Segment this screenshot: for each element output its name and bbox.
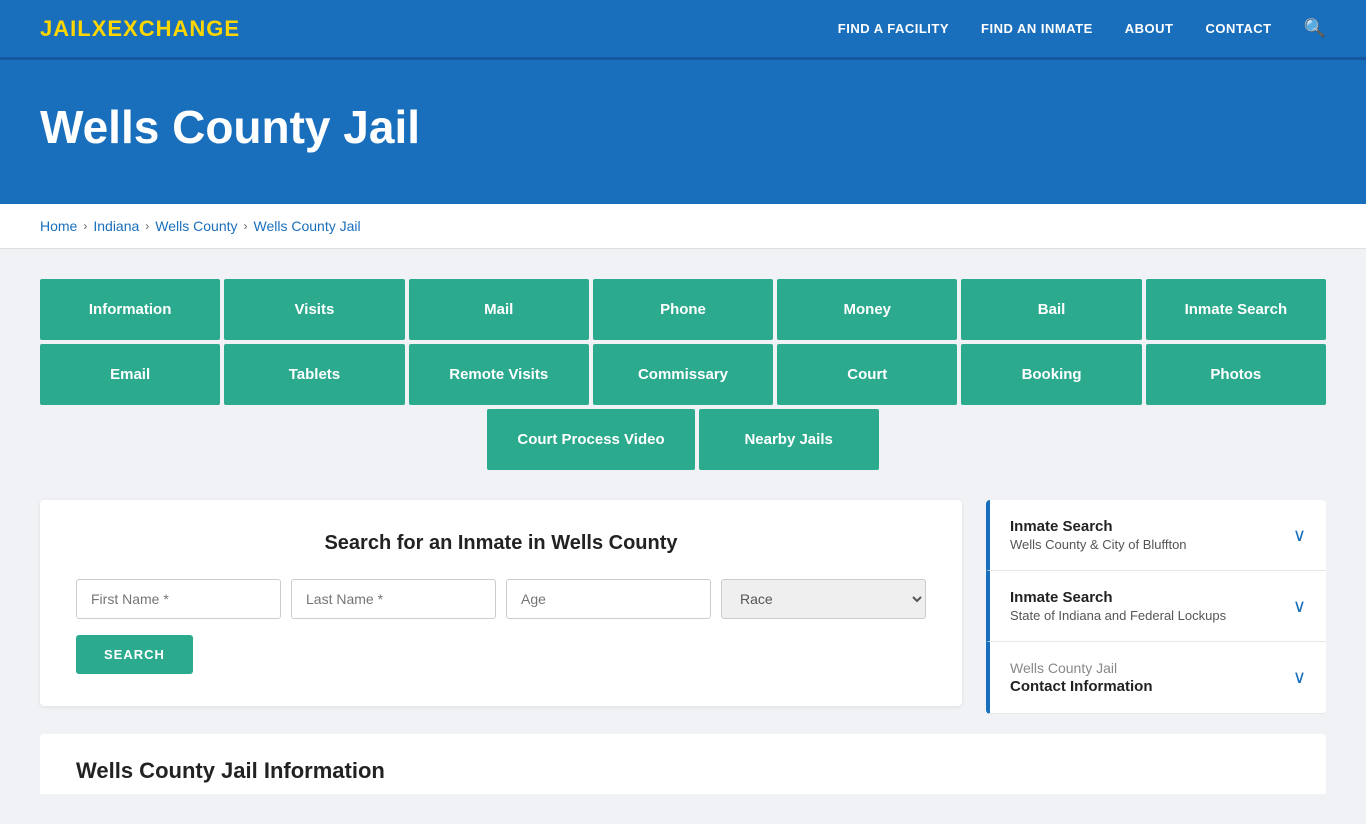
btn-money[interactable]: Money bbox=[777, 279, 957, 340]
chevron-down-icon-1: ∨ bbox=[1293, 525, 1306, 546]
bottom-heading-title: Wells County Jail Information bbox=[76, 758, 1290, 784]
panel-1-title: Inmate Search bbox=[1010, 518, 1187, 535]
panel-2-title: Inmate Search bbox=[1010, 589, 1226, 606]
main-content: Information Visits Mail Phone Money Bail… bbox=[0, 249, 1366, 824]
logo-exchange: EXCHANGE bbox=[107, 16, 240, 41]
panel-inmate-search-state[interactable]: Inmate Search State of Indiana and Feder… bbox=[986, 571, 1326, 642]
btn-photos[interactable]: Photos bbox=[1146, 344, 1326, 405]
logo-x: X bbox=[92, 16, 108, 41]
page-title: Wells County Jail bbox=[40, 100, 1326, 154]
panel-3-pre-title: Wells County Jail bbox=[1010, 660, 1153, 676]
panel-2-subtitle: State of Indiana and Federal Lockups bbox=[1010, 608, 1226, 623]
chevron-down-icon-3: ∨ bbox=[1293, 667, 1306, 688]
breadcrumb-bar: Home › Indiana › Wells County › Wells Co… bbox=[0, 204, 1366, 249]
btn-commissary[interactable]: Commissary bbox=[593, 344, 773, 405]
button-grid-row1: Information Visits Mail Phone Money Bail… bbox=[40, 279, 1326, 340]
btn-phone[interactable]: Phone bbox=[593, 279, 773, 340]
hero-section: Wells County Jail bbox=[0, 60, 1366, 204]
btn-information[interactable]: Information bbox=[40, 279, 220, 340]
race-select[interactable]: Race White Black Hispanic Asian Other bbox=[721, 579, 926, 619]
bottom-section: Wells County Jail Information bbox=[40, 734, 1326, 794]
panel-1-text: Inmate Search Wells County & City of Blu… bbox=[1010, 518, 1187, 552]
btn-booking[interactable]: Booking bbox=[961, 344, 1141, 405]
panel-contact-info[interactable]: Wells County Jail Contact Information ∨ bbox=[986, 642, 1326, 714]
nav-about[interactable]: ABOUT bbox=[1125, 21, 1174, 36]
nav-contact[interactable]: CONTACT bbox=[1205, 21, 1271, 36]
panel-1-subtitle: Wells County & City of Bluffton bbox=[1010, 537, 1187, 552]
search-icon[interactable]: 🔍 bbox=[1304, 18, 1326, 39]
panel-3-text: Wells County Jail Contact Information bbox=[1010, 660, 1153, 695]
sidebar-panels: Inmate Search Wells County & City of Blu… bbox=[986, 500, 1326, 714]
lower-section: Search for an Inmate in Wells County Rac… bbox=[40, 500, 1326, 714]
search-box: Search for an Inmate in Wells County Rac… bbox=[40, 500, 962, 706]
btn-court-process-video[interactable]: Court Process Video bbox=[487, 409, 694, 470]
breadcrumb-sep-2: › bbox=[145, 219, 149, 233]
panel-inmate-search-local[interactable]: Inmate Search Wells County & City of Blu… bbox=[986, 500, 1326, 571]
btn-mail[interactable]: Mail bbox=[409, 279, 589, 340]
search-fields: Race White Black Hispanic Asian Other bbox=[76, 579, 926, 619]
logo[interactable]: JAILXEXCHANGE bbox=[40, 16, 240, 42]
first-name-input[interactable] bbox=[76, 579, 281, 619]
chevron-down-icon-2: ∨ bbox=[1293, 596, 1306, 617]
navbar: JAILXEXCHANGE FIND A FACILITY FIND AN IN… bbox=[0, 0, 1366, 60]
last-name-input[interactable] bbox=[291, 579, 496, 619]
btn-bail[interactable]: Bail bbox=[961, 279, 1141, 340]
nav-find-facility[interactable]: FIND A FACILITY bbox=[838, 21, 949, 36]
btn-tablets[interactable]: Tablets bbox=[224, 344, 404, 405]
breadcrumb-wells-county-jail[interactable]: Wells County Jail bbox=[254, 218, 361, 234]
btn-visits[interactable]: Visits bbox=[224, 279, 404, 340]
search-button[interactable]: SEARCH bbox=[76, 635, 193, 674]
age-input[interactable] bbox=[506, 579, 711, 619]
button-grid-row3: Court Process Video Nearby Jails bbox=[40, 409, 1326, 470]
btn-court[interactable]: Court bbox=[777, 344, 957, 405]
breadcrumb-sep-1: › bbox=[83, 219, 87, 233]
breadcrumb-indiana[interactable]: Indiana bbox=[93, 218, 139, 234]
btn-email[interactable]: Email bbox=[40, 344, 220, 405]
btn-remote-visits[interactable]: Remote Visits bbox=[409, 344, 589, 405]
search-title: Search for an Inmate in Wells County bbox=[76, 532, 926, 555]
nav-find-inmate[interactable]: FIND AN INMATE bbox=[981, 21, 1093, 36]
button-grid-row2: Email Tablets Remote Visits Commissary C… bbox=[40, 344, 1326, 405]
panel-3-title: Contact Information bbox=[1010, 678, 1153, 695]
breadcrumb-wells-county[interactable]: Wells County bbox=[155, 218, 237, 234]
breadcrumb-sep-3: › bbox=[244, 219, 248, 233]
nav-links: FIND A FACILITY FIND AN INMATE ABOUT CON… bbox=[838, 18, 1326, 39]
breadcrumb: Home › Indiana › Wells County › Wells Co… bbox=[40, 218, 1326, 234]
btn-nearby-jails[interactable]: Nearby Jails bbox=[699, 409, 879, 470]
breadcrumb-home[interactable]: Home bbox=[40, 218, 77, 234]
btn-inmate-search[interactable]: Inmate Search bbox=[1146, 279, 1326, 340]
logo-jail: JAIL bbox=[40, 16, 92, 41]
panel-2-text: Inmate Search State of Indiana and Feder… bbox=[1010, 589, 1226, 623]
